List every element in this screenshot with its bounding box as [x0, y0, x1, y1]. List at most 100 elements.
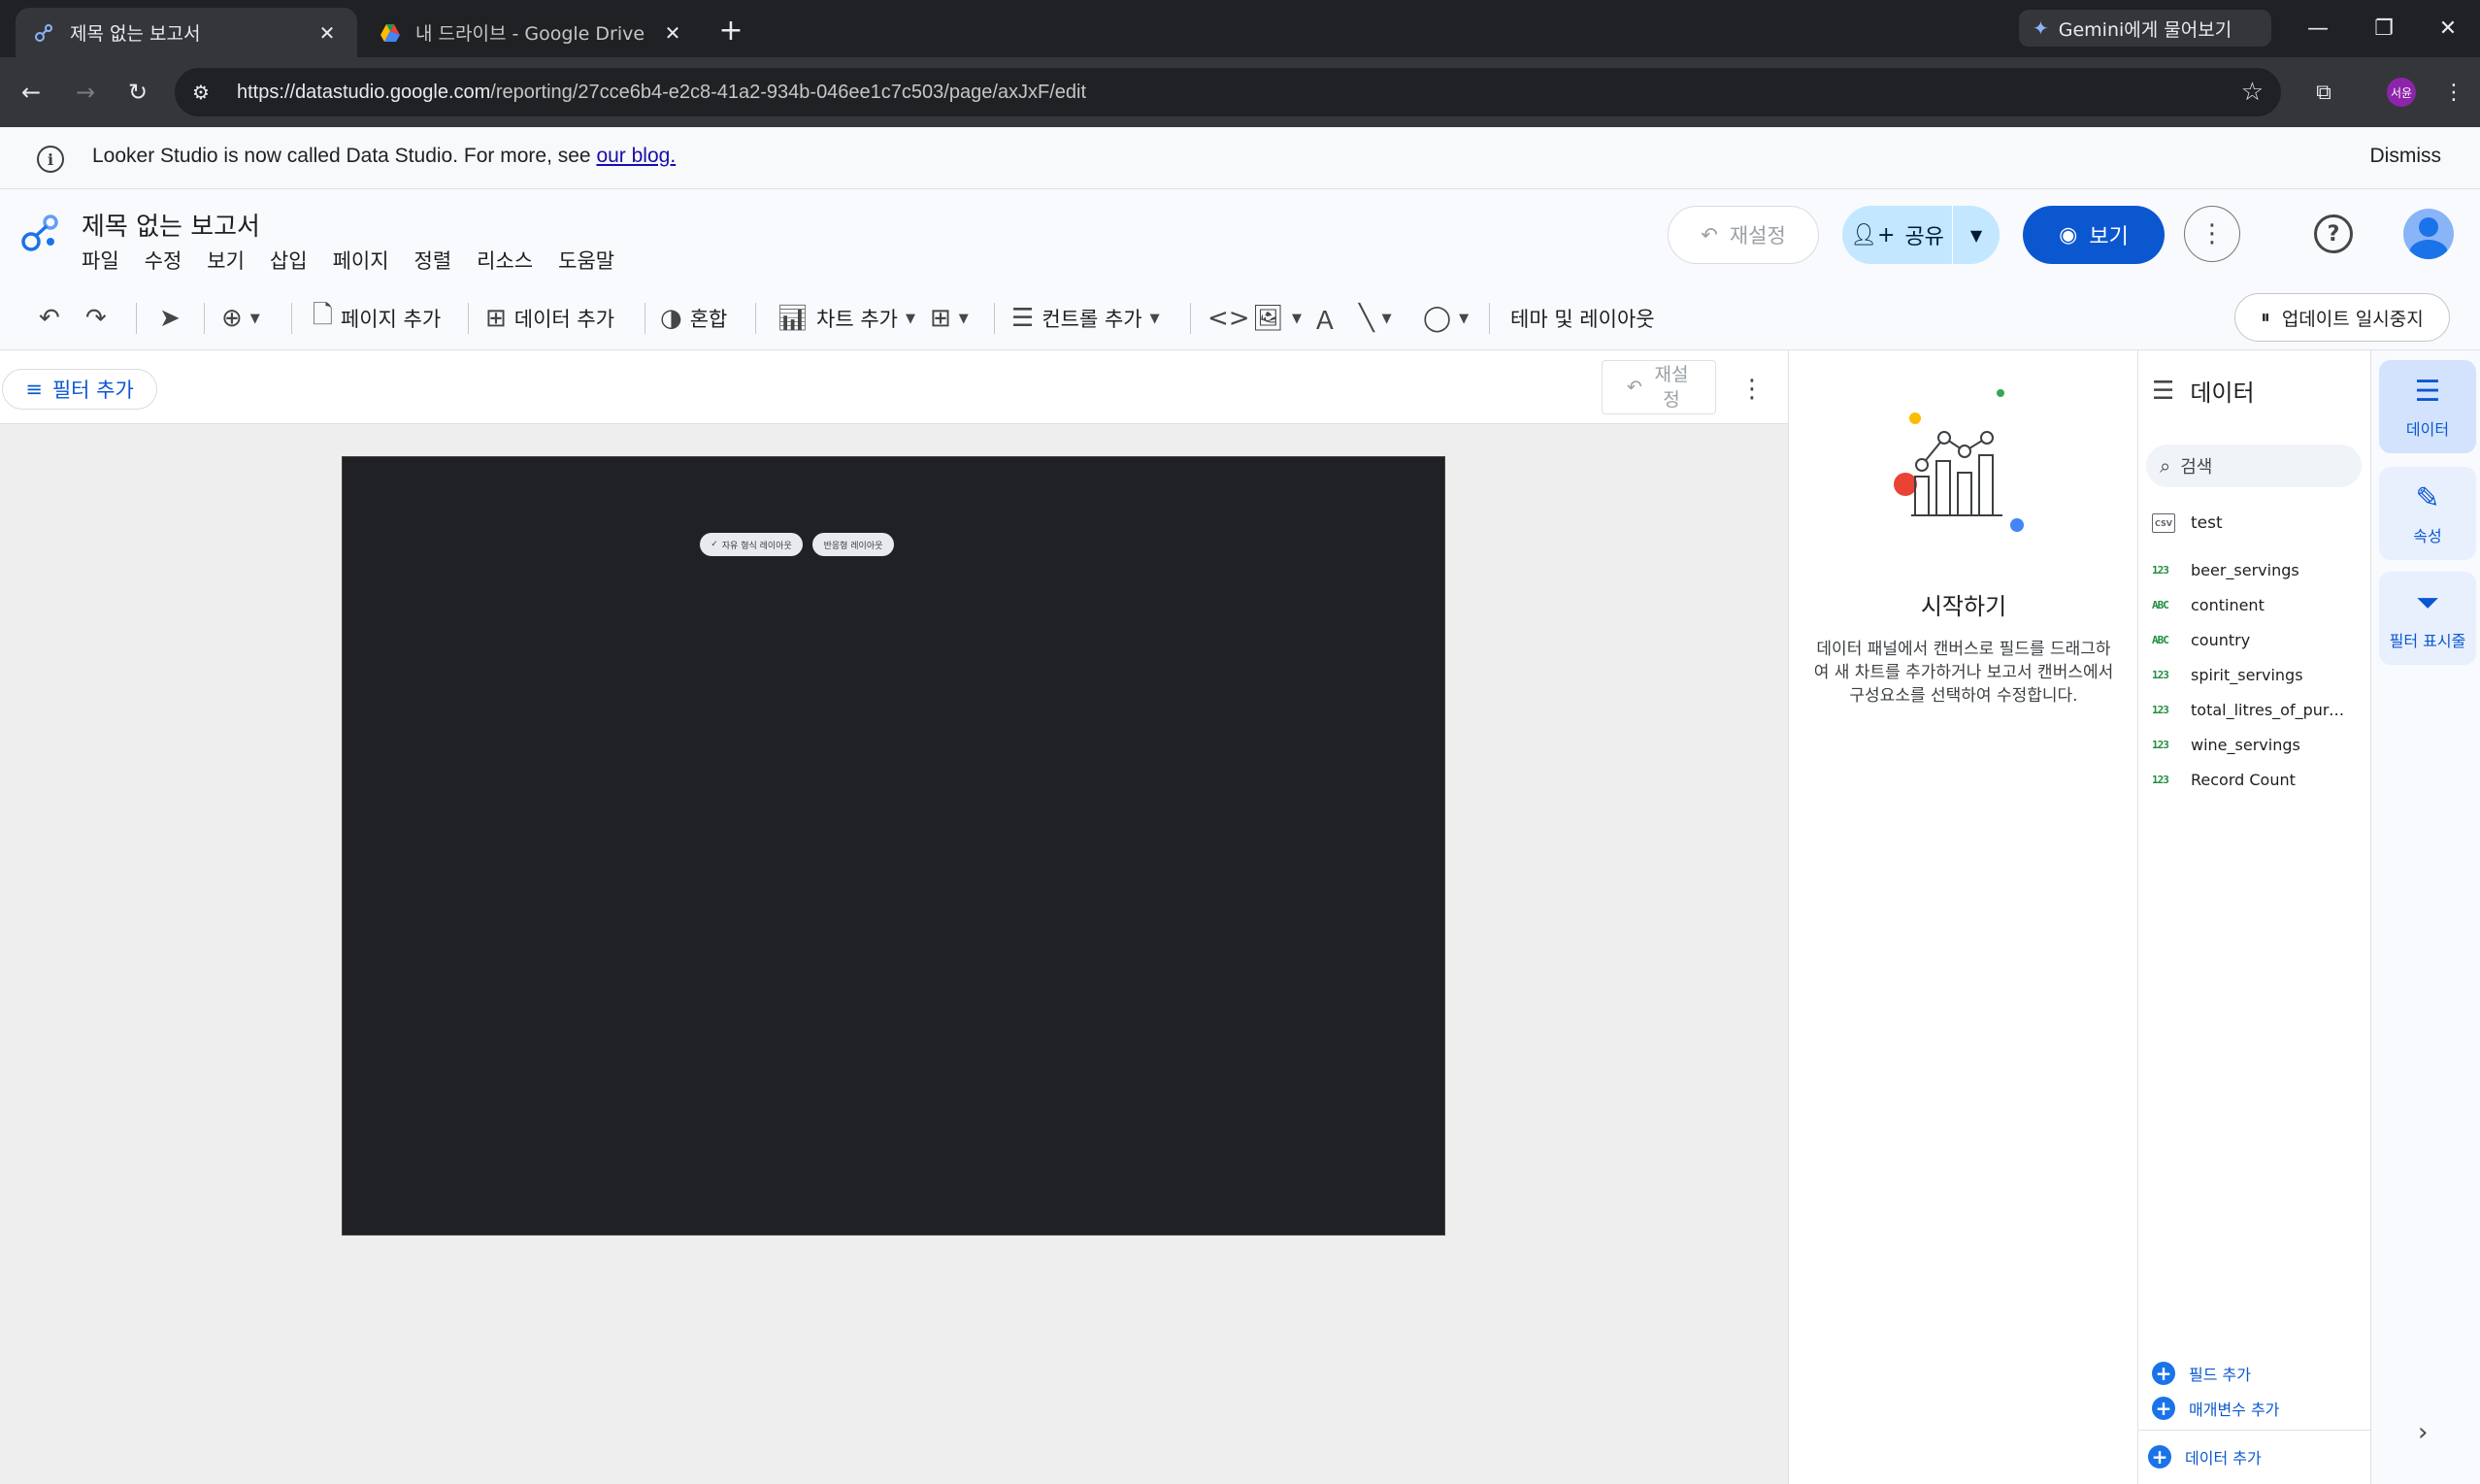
report-page-canvas[interactable]: ✓ 자유 형식 레이아웃 반응형 레이아웃 — [342, 456, 1445, 1236]
close-tab-icon[interactable]: ✕ — [660, 20, 685, 46]
text-type-icon: ABC — [2152, 633, 2169, 646]
canvas-reset-label: 재설 정 — [1654, 364, 1689, 411]
field-item[interactable]: 123 Record Count — [2152, 762, 2367, 797]
back-arrow-icon[interactable]: ← — [12, 73, 50, 112]
menu-resource[interactable]: 리소스 — [477, 246, 533, 275]
rail-data-tab[interactable]: ☰ 데이터 — [2379, 360, 2476, 453]
responsive-layout-chip[interactable]: 반응형 레이아웃 — [812, 533, 894, 556]
chrome-menu-icon[interactable]: ⋮ — [2434, 73, 2473, 112]
field-item[interactable]: 123 total_litres_of_pure_... — [2152, 692, 2367, 727]
tab-drive[interactable]: 내 드라이브 - Google Drive ✕ — [361, 8, 703, 57]
add-circle-icon: + — [2148, 1445, 2171, 1468]
dismiss-button[interactable]: Dismiss — [2370, 145, 2442, 168]
rail-properties-tab[interactable]: ✎ 속성 — [2379, 467, 2476, 560]
redo-icon[interactable]: ↷ — [85, 299, 107, 338]
check-icon: ✓ — [711, 540, 718, 549]
account-avatar[interactable] — [2403, 209, 2454, 259]
address-bar[interactable]: ⚙ https://datastudio.google.com/reportin… — [175, 68, 2281, 116]
add-data-source-button[interactable]: + 데이터 추가 — [2148, 1445, 2262, 1468]
chevron-right-icon[interactable]: › — [2418, 1418, 2428, 1447]
chevron-down-icon: ▼ — [905, 311, 915, 326]
canvas-more-icon[interactable]: ⋮ — [1737, 372, 1767, 407]
menu-file[interactable]: 파일 — [82, 246, 119, 275]
forward-arrow-icon[interactable]: → — [66, 73, 105, 112]
share-button[interactable]: 👤︎+ 공유 — [1842, 206, 1953, 264]
minimize-icon[interactable]: — — [2298, 10, 2337, 47]
new-tab-button[interactable]: + — [714, 14, 747, 48]
cast-icon[interactable]: ⧉ — [2304, 73, 2343, 112]
field-item[interactable]: ABC continent — [2152, 587, 2367, 622]
theme-layout-button[interactable]: 테마 및 레이아웃 — [1510, 299, 1655, 338]
add-parameter-button[interactable]: + 매개변수 추가 — [2152, 1397, 2279, 1420]
embed-code-icon[interactable]: <> — [1207, 299, 1250, 338]
menu-page[interactable]: 페이지 — [333, 246, 389, 275]
profile-button[interactable]: 서윤 — [2382, 73, 2421, 112]
reload-icon[interactable]: ↻ — [118, 73, 157, 112]
more-options-icon[interactable]: ⋮ — [2184, 206, 2240, 262]
tab-report[interactable]: 제목 없는 보고서 ✕ — [16, 8, 357, 57]
eye-icon: ◉ — [2059, 222, 2078, 247]
field-item[interactable]: 123 spirit_servings — [2152, 657, 2367, 692]
gemini-button[interactable]: ✦ Gemini에게 물어보기 — [2019, 10, 2271, 47]
rail-filter-bar-tab[interactable]: ⏷ 필터 표시줄 — [2379, 572, 2476, 665]
bookmark-star-icon[interactable]: ☆ — [2241, 78, 2264, 107]
reset-button[interactable]: ↶ 재설정 — [1668, 206, 1819, 264]
chevron-down-icon: ▼ — [1381, 311, 1392, 326]
shape-button[interactable]: ◯ ▼ — [1423, 299, 1469, 338]
add-field-button[interactable]: + 필드 추가 — [2152, 1362, 2251, 1385]
blend-button[interactable]: ◑ 혼합 — [660, 299, 727, 338]
text-box-icon[interactable]: Ａ — [1312, 299, 1338, 338]
banner-message: Looker Studio is now called Data Studio.… — [92, 145, 677, 167]
blog-link[interactable]: our blog. — [596, 145, 676, 167]
share-button-group: 👤︎+ 공유 ▼ — [1842, 206, 2000, 264]
pause-updates-button[interactable]: ⏸ 업데이트 일시중지 — [2234, 293, 2450, 342]
edit-toolbar: ↶ ↷ ➤ ⊕ ▼ 🗋 페이지 추가 ⊞ 데이터 추가 ◑ 혼합 📊︎ 차트 추… — [0, 286, 2480, 350]
menu-insert[interactable]: 삽입 — [270, 246, 308, 275]
select-pointer-icon[interactable]: ➤ — [159, 299, 181, 338]
field-list: 123 beer_servings ABC continent ABC country… — [2152, 552, 2367, 797]
image-button[interactable]: 🖼︎ ▼ — [1252, 299, 1302, 338]
data-source-item[interactable]: CSV test — [2152, 513, 2223, 533]
add-chart-button[interactable]: 📊︎ 차트 추가 ▼ — [777, 299, 915, 338]
gemini-label: Gemini에게 물어보기 — [2058, 18, 2232, 41]
add-chart-icon: 📊︎ — [777, 304, 810, 333]
data-panel: ☰ 데이터 ⌕ 검색 CSV test 123 beer_servings ABC… — [2137, 350, 2371, 1484]
community-viz-icon: ⊞ — [930, 304, 951, 333]
restore-icon[interactable]: ❐ — [2364, 10, 2403, 47]
help-icon[interactable]: ? — [2314, 214, 2353, 253]
control-icon: ☰ — [1011, 304, 1035, 333]
add-control-button[interactable]: ☰ 컨트롤 추가 ▼ — [1011, 299, 1160, 338]
canvas-reset-button[interactable]: ↶ 재설 정 — [1602, 360, 1716, 414]
menu-view[interactable]: 보기 — [207, 246, 245, 275]
view-button[interactable]: ◉ 보기 — [2023, 206, 2165, 264]
menu-help[interactable]: 도움말 — [558, 246, 614, 275]
community-viz-button[interactable]: ⊞ ▼ — [930, 299, 969, 338]
menu-arrange[interactable]: 정렬 — [414, 246, 452, 275]
close-window-icon[interactable]: ✕ — [2429, 10, 2467, 47]
field-item[interactable]: ABC country — [2152, 622, 2367, 657]
reset-label: 재설정 — [1729, 224, 1786, 247]
report-title[interactable]: 제목 없는 보고서 — [82, 207, 260, 243]
google-drive-icon — [379, 21, 402, 45]
chevron-down-icon: ▼ — [1149, 311, 1160, 326]
site-settings-icon[interactable]: ⚙ — [192, 81, 221, 104]
zoom-in-icon: ⊕ — [221, 304, 243, 333]
line-button[interactable]: ╲ ▼ — [1359, 299, 1392, 338]
menu-edit[interactable]: 수정 — [145, 246, 182, 275]
field-item[interactable]: 123 beer_servings — [2152, 552, 2367, 587]
chart-illustration-icon — [1894, 389, 2024, 532]
add-filter-button[interactable]: ≡ 필터 추가 — [2, 369, 157, 410]
number-type-icon: 123 — [2152, 563, 2169, 577]
undo-icon[interactable]: ↶ — [39, 299, 60, 338]
add-data-button[interactable]: ⊞ 데이터 추가 — [485, 299, 614, 338]
freeform-layout-chip[interactable]: ✓ 자유 형식 레이아웃 — [700, 533, 803, 556]
field-item[interactable]: 123 wine_servings — [2152, 727, 2367, 762]
data-source-name: test — [2191, 513, 2223, 533]
add-chart-label: 차트 추가 — [816, 308, 898, 331]
share-dropdown-icon[interactable]: ▼ — [1953, 226, 2000, 245]
add-control-label: 컨트롤 추가 — [1042, 308, 1142, 331]
close-tab-icon[interactable]: ✕ — [314, 20, 340, 46]
field-search-input[interactable]: ⌕ 검색 — [2146, 445, 2362, 487]
add-page-button[interactable]: 🗋 페이지 추가 — [313, 299, 441, 338]
zoom-button[interactable]: ⊕ ▼ — [221, 299, 260, 338]
